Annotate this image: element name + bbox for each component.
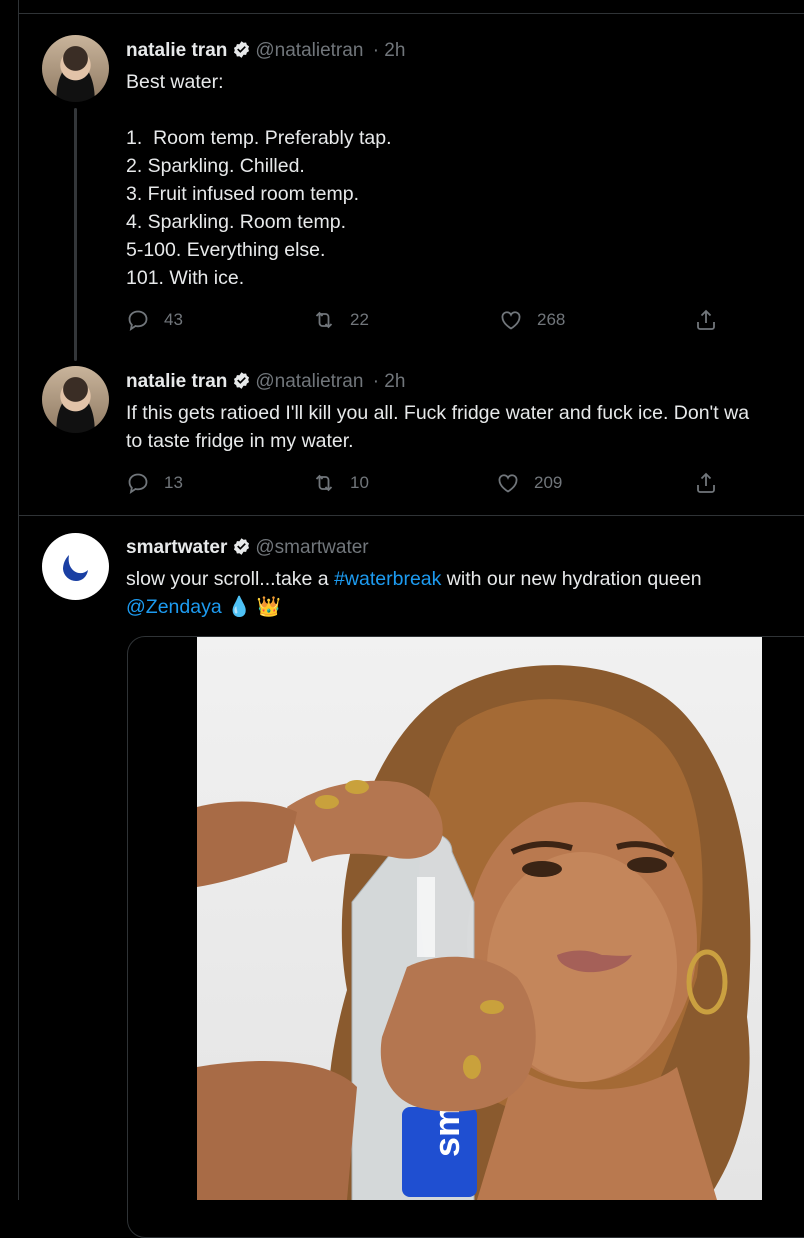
- tweet-divider: [18, 515, 804, 516]
- svg-text:sm: sm: [426, 1105, 467, 1157]
- tweet-text: slow your scroll...take a #waterbreak wi…: [126, 565, 702, 621]
- share-button[interactable]: [694, 308, 732, 332]
- tweet-text: Best water: 1. Room temp. Preferably tap…: [126, 71, 392, 289]
- retweet-count: 22: [350, 310, 369, 329]
- tweet-actions: 13 10 209: [126, 471, 726, 501]
- author-handle[interactable]: @natalietran: [255, 371, 363, 392]
- like-icon: [498, 474, 518, 493]
- top-border: [18, 13, 804, 14]
- author-name[interactable]: natalie tran: [126, 40, 227, 61]
- avatar[interactable]: [42, 533, 109, 600]
- avatar[interactable]: [42, 366, 109, 433]
- reply-icon: [128, 310, 148, 331]
- verified-badge-icon: [234, 538, 250, 555]
- share-icon: [697, 472, 715, 493]
- thread-line: [74, 108, 77, 361]
- water-drop-logo-icon: [56, 547, 95, 586]
- mention-link[interactable]: @Zendaya: [126, 596, 222, 618]
- tweet-text-part: slow your scroll...take a: [126, 568, 335, 590]
- promo-photo: sm: [197, 665, 751, 1200]
- reply-button[interactable]: 43: [126, 308, 183, 332]
- retweet-button[interactable]: 22: [312, 308, 369, 332]
- share-icon: [697, 309, 715, 330]
- like-count: 268: [537, 310, 566, 329]
- reply-icon: [128, 473, 148, 494]
- like-button[interactable]: 268: [499, 308, 565, 332]
- timestamp[interactable]: · 2h: [373, 40, 406, 61]
- like-count: 209: [534, 473, 563, 492]
- reply-count: 13: [164, 473, 183, 492]
- reply-count: 43: [164, 310, 183, 329]
- share-button[interactable]: [694, 471, 732, 495]
- author-handle[interactable]: @natalietran: [255, 40, 363, 61]
- verified-badge-icon: [234, 372, 250, 389]
- like-icon: [501, 311, 521, 330]
- like-button[interactable]: 209: [496, 471, 562, 495]
- retweet-icon: [315, 474, 333, 492]
- avatar[interactable]: [42, 35, 109, 102]
- tweet-header: natalie tran @natalietran · 2h: [126, 371, 405, 393]
- retweet-icon: [315, 311, 333, 329]
- tweet-header: natalie tran @natalietran · 2h: [126, 40, 405, 62]
- author-name[interactable]: natalie tran: [126, 371, 227, 392]
- author-handle[interactable]: @smartwater: [255, 537, 368, 558]
- timeline-border: [18, 0, 19, 1200]
- emoji: 💧 👑: [227, 596, 282, 618]
- reply-button[interactable]: 13: [126, 471, 183, 495]
- tweet-text-part: with our new hydration queen: [441, 568, 702, 590]
- hashtag-link[interactable]: #waterbreak: [334, 568, 441, 590]
- retweet-count: 10: [350, 473, 369, 492]
- tweet-text: If this gets ratioed I'll kill you all. …: [126, 402, 750, 452]
- author-name[interactable]: smartwater: [126, 537, 227, 558]
- media-image[interactable]: sm: [197, 637, 762, 1200]
- tweet-actions: 43 22 268: [126, 308, 726, 338]
- tweet-header: smartwater @smartwater: [126, 537, 369, 559]
- retweet-button[interactable]: 10: [312, 471, 369, 495]
- verified-badge-icon: [234, 41, 250, 58]
- timestamp[interactable]: · 2h: [373, 371, 406, 392]
